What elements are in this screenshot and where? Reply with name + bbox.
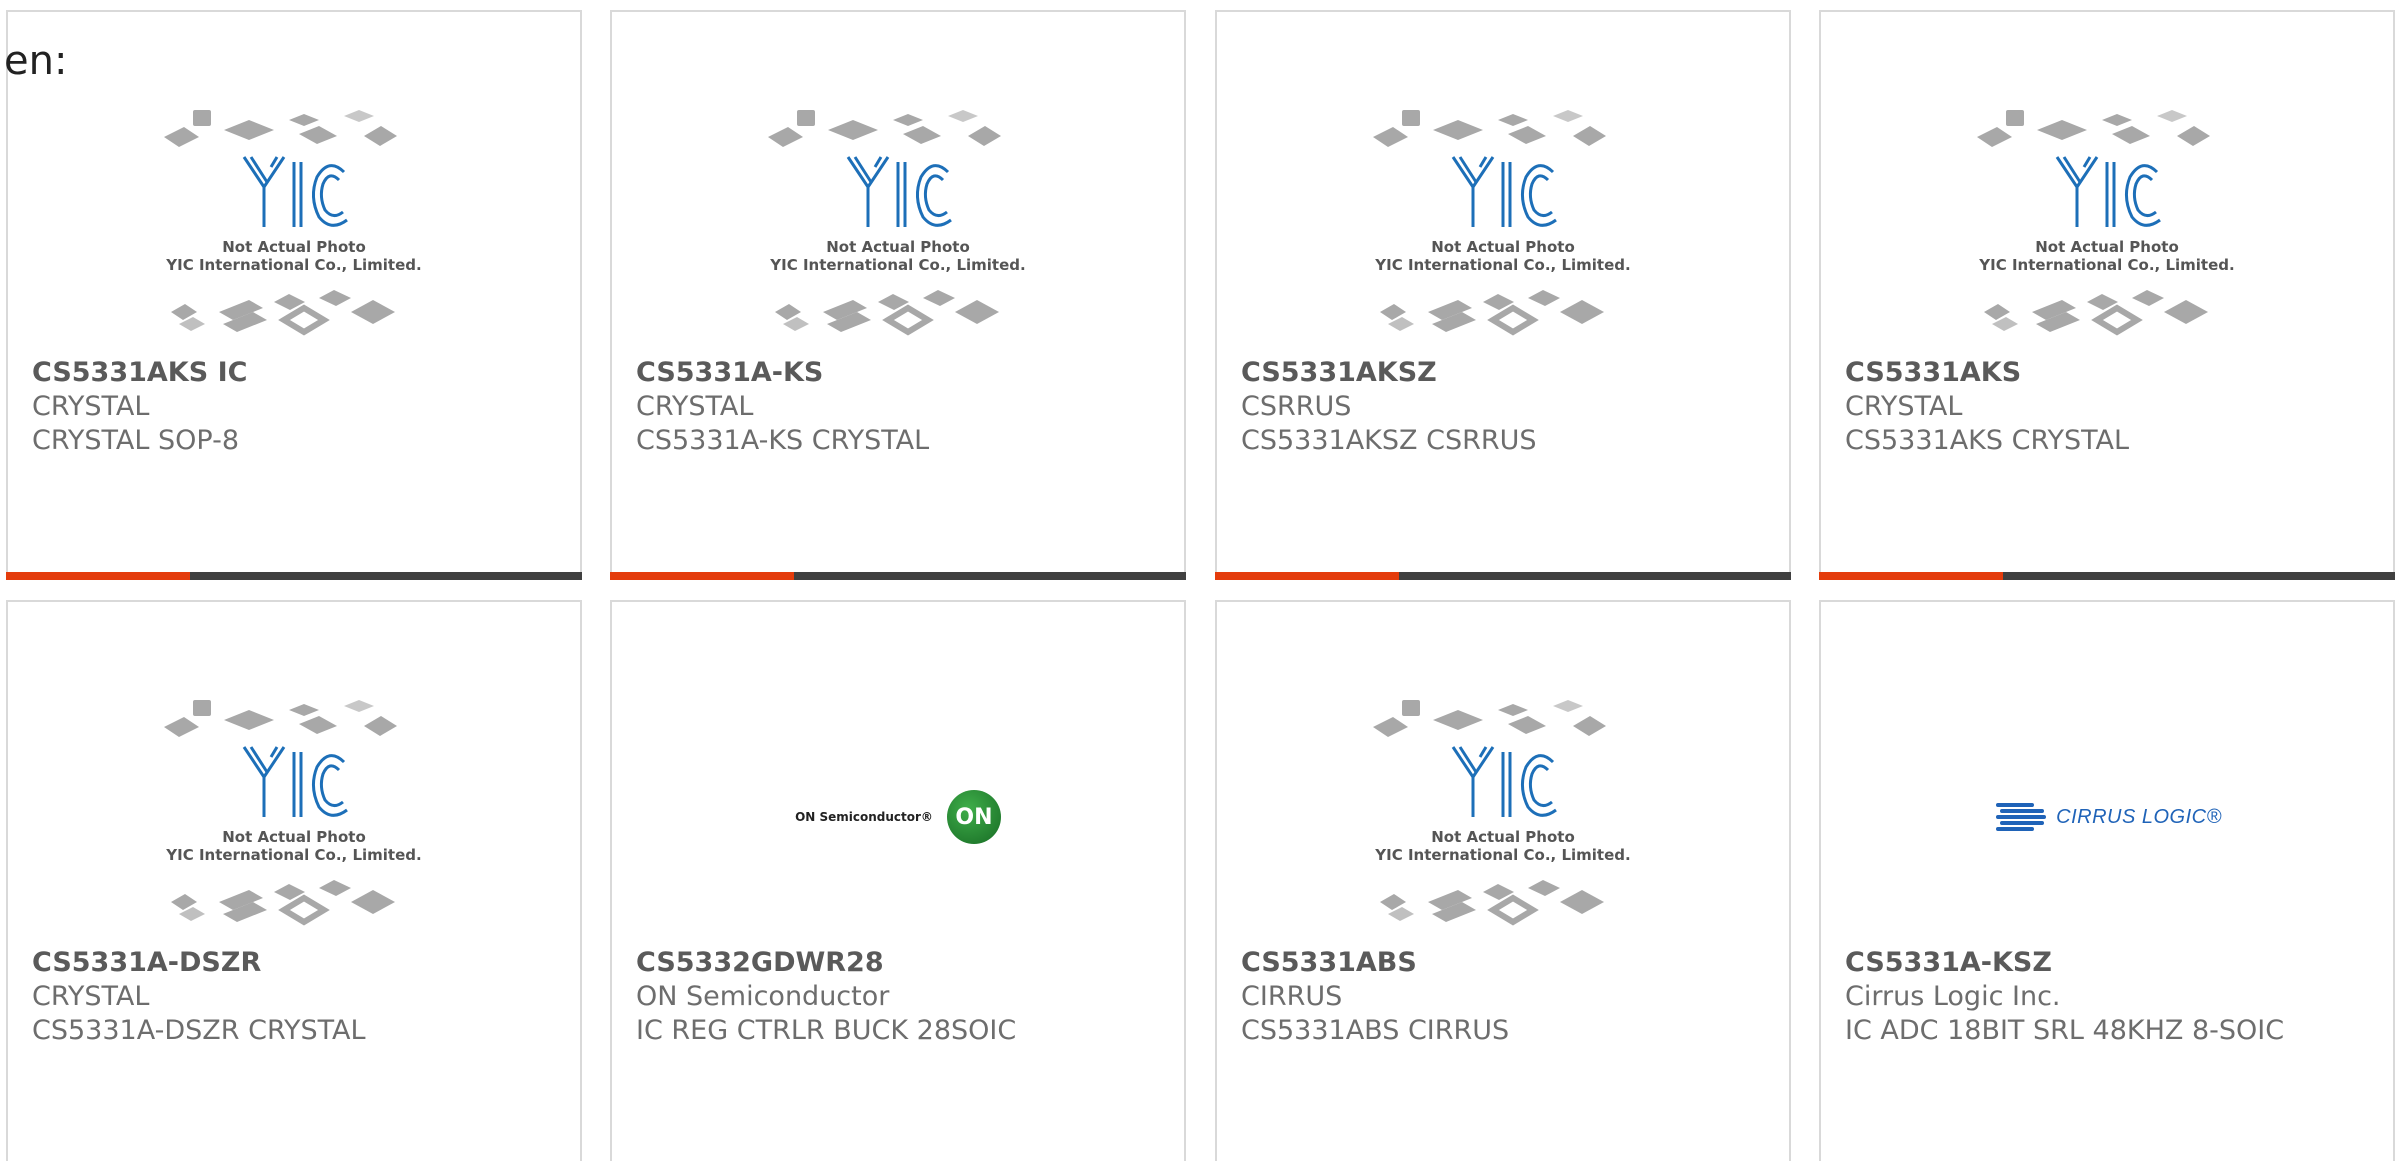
part-number-link[interactable]: CS5331A-DSZR <box>32 946 570 980</box>
product-card[interactable]: Not Actual Photo YIC International Co., … <box>610 10 1186 580</box>
card-accent-bar <box>1215 572 1399 580</box>
cirrus-logo-text: CIRRUS LOGIC® <box>2056 805 2222 828</box>
manufacturer: CRYSTAL <box>32 981 150 1012</box>
description: CRYSTAL SOP-8 <box>32 425 240 456</box>
placeholder-line1: Not Actual Photo <box>826 238 970 256</box>
manufacturer: CSRRUS <box>1241 391 1352 422</box>
part-number-link[interactable]: CS5331A-KSZ <box>1845 946 2383 980</box>
part-number-link[interactable]: CS5331AKSZ <box>1241 356 1779 390</box>
manufacturer: Cirrus Logic Inc. <box>1845 981 2061 1012</box>
placeholder-line1: Not Actual Photo <box>2035 238 2179 256</box>
product-card[interactable]: Not Actual Photo YIC International Co., … <box>6 600 582 1161</box>
placeholder-line1: Not Actual Photo <box>1431 238 1575 256</box>
product-thumbnail[interactable]: ON Semiconductor® ON <box>612 692 1184 942</box>
product-info: CS5331AKS CRYSTAL CS5331AKS CRYSTAL <box>1845 356 2383 458</box>
product-card[interactable]: Not Actual Photo YIC International Co., … <box>1215 10 1791 580</box>
product-info: CS5331ABS CIRRUS CS5331ABS CIRRUS <box>1241 946 1779 1048</box>
placeholder-line2: YIC International Co., Limited. <box>1978 256 2234 274</box>
product-grid-page: en: Not Actual Photo YIC International C… <box>0 0 2400 1161</box>
manufacturer: ON Semiconductor <box>636 981 890 1012</box>
part-number-link[interactable]: CS5331A-KS <box>636 356 1174 390</box>
placeholder-line1: Not Actual Photo <box>222 238 366 256</box>
product-thumbnail[interactable]: Not Actual Photo YIC International Co., … <box>1821 102 2393 352</box>
description: IC ADC 18BIT SRL 48KHZ 8-SOIC <box>1845 1015 2285 1046</box>
card-divider-bar <box>6 572 582 580</box>
description: CS5331AKS CRYSTAL <box>1845 425 2130 456</box>
chip-placeholder-image: Not Actual Photo YIC International Co., … <box>1373 700 1631 926</box>
part-number-link[interactable]: CS5331AKS IC <box>32 356 570 390</box>
product-thumbnail[interactable]: Not Actual Photo YIC International Co., … <box>8 692 580 942</box>
placeholder-line1: Not Actual Photo <box>222 828 366 846</box>
product-card[interactable]: CIRRUS LOGIC® CS5331A-KSZ Cirrus Logic Inc… <box>1819 600 2395 1161</box>
product-info: CS5331A-KS CRYSTAL CS5331A-KS CRYSTAL <box>636 356 1174 458</box>
placeholder-line2: YIC International Co., Limited. <box>1374 256 1630 274</box>
cirrus-swoosh-icon <box>1996 803 2047 831</box>
chip-placeholder-image: Not Actual Photo YIC International Co., … <box>1373 110 1631 336</box>
part-number-link[interactable]: CS5331ABS <box>1241 946 1779 980</box>
product-card[interactable]: Not Actual Photo YIC International Co., … <box>1215 600 1791 1161</box>
on-logo-text: ON Semiconductor® <box>795 810 933 824</box>
product-thumbnail[interactable]: Not Actual Photo YIC International Co., … <box>612 102 1184 352</box>
product-thumbnail[interactable]: Not Actual Photo YIC International Co., … <box>8 102 580 352</box>
card-accent-bar <box>610 572 794 580</box>
product-info: CS5332GDWR28 ON Semiconductor IC REG CTRLR… <box>636 946 1174 1048</box>
on-logo-badge: ON <box>946 790 1001 844</box>
description: CS5331A-DSZR CRYSTAL <box>32 1015 366 1046</box>
manufacturer: CRYSTAL <box>32 391 150 422</box>
manufacturer: CRYSTAL <box>636 391 754 422</box>
part-number-link[interactable]: CS5331AKS <box>1845 356 2383 390</box>
placeholder-line2: YIC International Co., Limited. <box>165 256 421 274</box>
product-card[interactable]: Not Actual Photo YIC International Co., … <box>1819 10 2395 580</box>
product-thumbnail[interactable]: Not Actual Photo YIC International Co., … <box>1217 102 1789 352</box>
chip-placeholder-image: Not Actual Photo YIC International Co., … <box>164 700 422 926</box>
description: CS5331ABS CIRRUS <box>1241 1015 1510 1046</box>
chip-placeholder-image: Not Actual Photo YIC International Co., … <box>164 110 422 336</box>
chip-placeholder-image: Not Actual Photo YIC International Co., … <box>1977 110 2235 336</box>
on-semiconductor-logo: ON Semiconductor® ON <box>795 790 1001 844</box>
manufacturer: CRYSTAL <box>1845 391 1963 422</box>
chip-placeholder-image: Not Actual Photo YIC International Co., … <box>768 110 1026 336</box>
card-divider-bar <box>1819 572 2395 580</box>
product-info: CS5331AKSZ CSRRUS CS5331AKSZ CSRRUS <box>1241 356 1779 458</box>
placeholder-line2: YIC International Co., Limited. <box>769 256 1025 274</box>
product-info: CS5331A-DSZR CRYSTAL CS5331A-DSZR CRYSTAL <box>32 946 570 1048</box>
description: CS5331A-KS CRYSTAL <box>636 425 930 456</box>
product-info: CS5331A-KSZ Cirrus Logic Inc. IC ADC 18BIT… <box>1845 946 2383 1048</box>
product-info: CS5331AKS IC CRYSTAL CRYSTAL SOP-8 <box>32 356 570 458</box>
cirrus-logic-logo: CIRRUS LOGIC® <box>1992 797 2222 837</box>
placeholder-line2: YIC International Co., Limited. <box>1374 846 1630 864</box>
product-card[interactable]: Not Actual Photo YIC International Co., … <box>6 10 582 580</box>
card-accent-bar <box>1819 572 2003 580</box>
part-number-link[interactable]: CS5332GDWR28 <box>636 946 1174 980</box>
card-divider-bar <box>610 572 1186 580</box>
placeholder-line2: YIC International Co., Limited. <box>165 846 421 864</box>
language-label: en: <box>4 38 68 84</box>
manufacturer: CIRRUS <box>1241 981 1343 1012</box>
description: CS5331AKSZ CSRRUS <box>1241 425 1537 456</box>
card-accent-bar <box>6 572 190 580</box>
product-thumbnail[interactable]: CIRRUS LOGIC® <box>1821 692 2393 942</box>
product-card[interactable]: ON Semiconductor® ON CS5332GDWR28 ON Semico… <box>610 600 1186 1161</box>
placeholder-line1: Not Actual Photo <box>1431 828 1575 846</box>
product-thumbnail[interactable]: Not Actual Photo YIC International Co., … <box>1217 692 1789 942</box>
card-divider-bar <box>1215 572 1791 580</box>
description: IC REG CTRLR BUCK 28SOIC <box>636 1015 1017 1046</box>
